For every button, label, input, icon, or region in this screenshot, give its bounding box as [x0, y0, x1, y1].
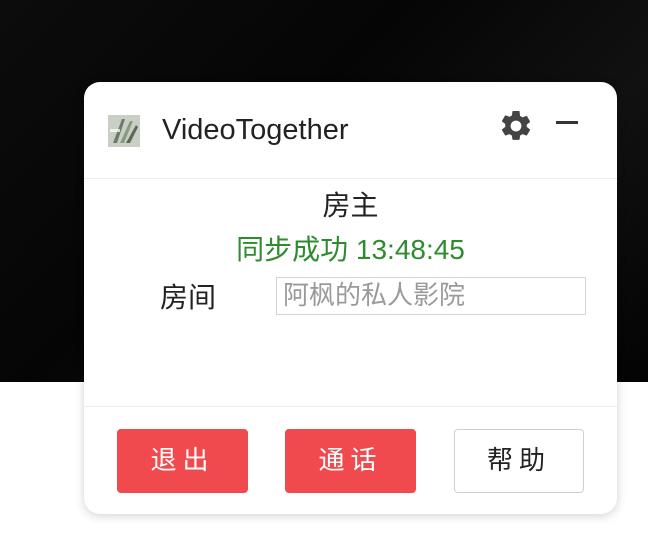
- app-title: VideoTogether: [162, 114, 349, 146]
- help-button[interactable]: 帮助: [454, 429, 584, 493]
- minimize-icon[interactable]: [554, 104, 580, 140]
- gear-icon[interactable]: [498, 108, 534, 144]
- room-name-input[interactable]: [276, 277, 586, 315]
- sync-status-message: 同步成功 13:48:45: [236, 234, 465, 265]
- panel-header: VideoTogether: [84, 82, 617, 179]
- videotogether-panel: VideoTogether 房主 同步成功 13:48:45 房间 退出 通话 …: [84, 82, 617, 514]
- app-logo-icon: [108, 115, 140, 147]
- exit-button[interactable]: 退出: [117, 429, 248, 493]
- footer-divider: [84, 406, 617, 407]
- role-label: 房主: [322, 189, 379, 222]
- room-label: 房间: [160, 281, 217, 314]
- call-button[interactable]: 通话: [285, 429, 416, 493]
